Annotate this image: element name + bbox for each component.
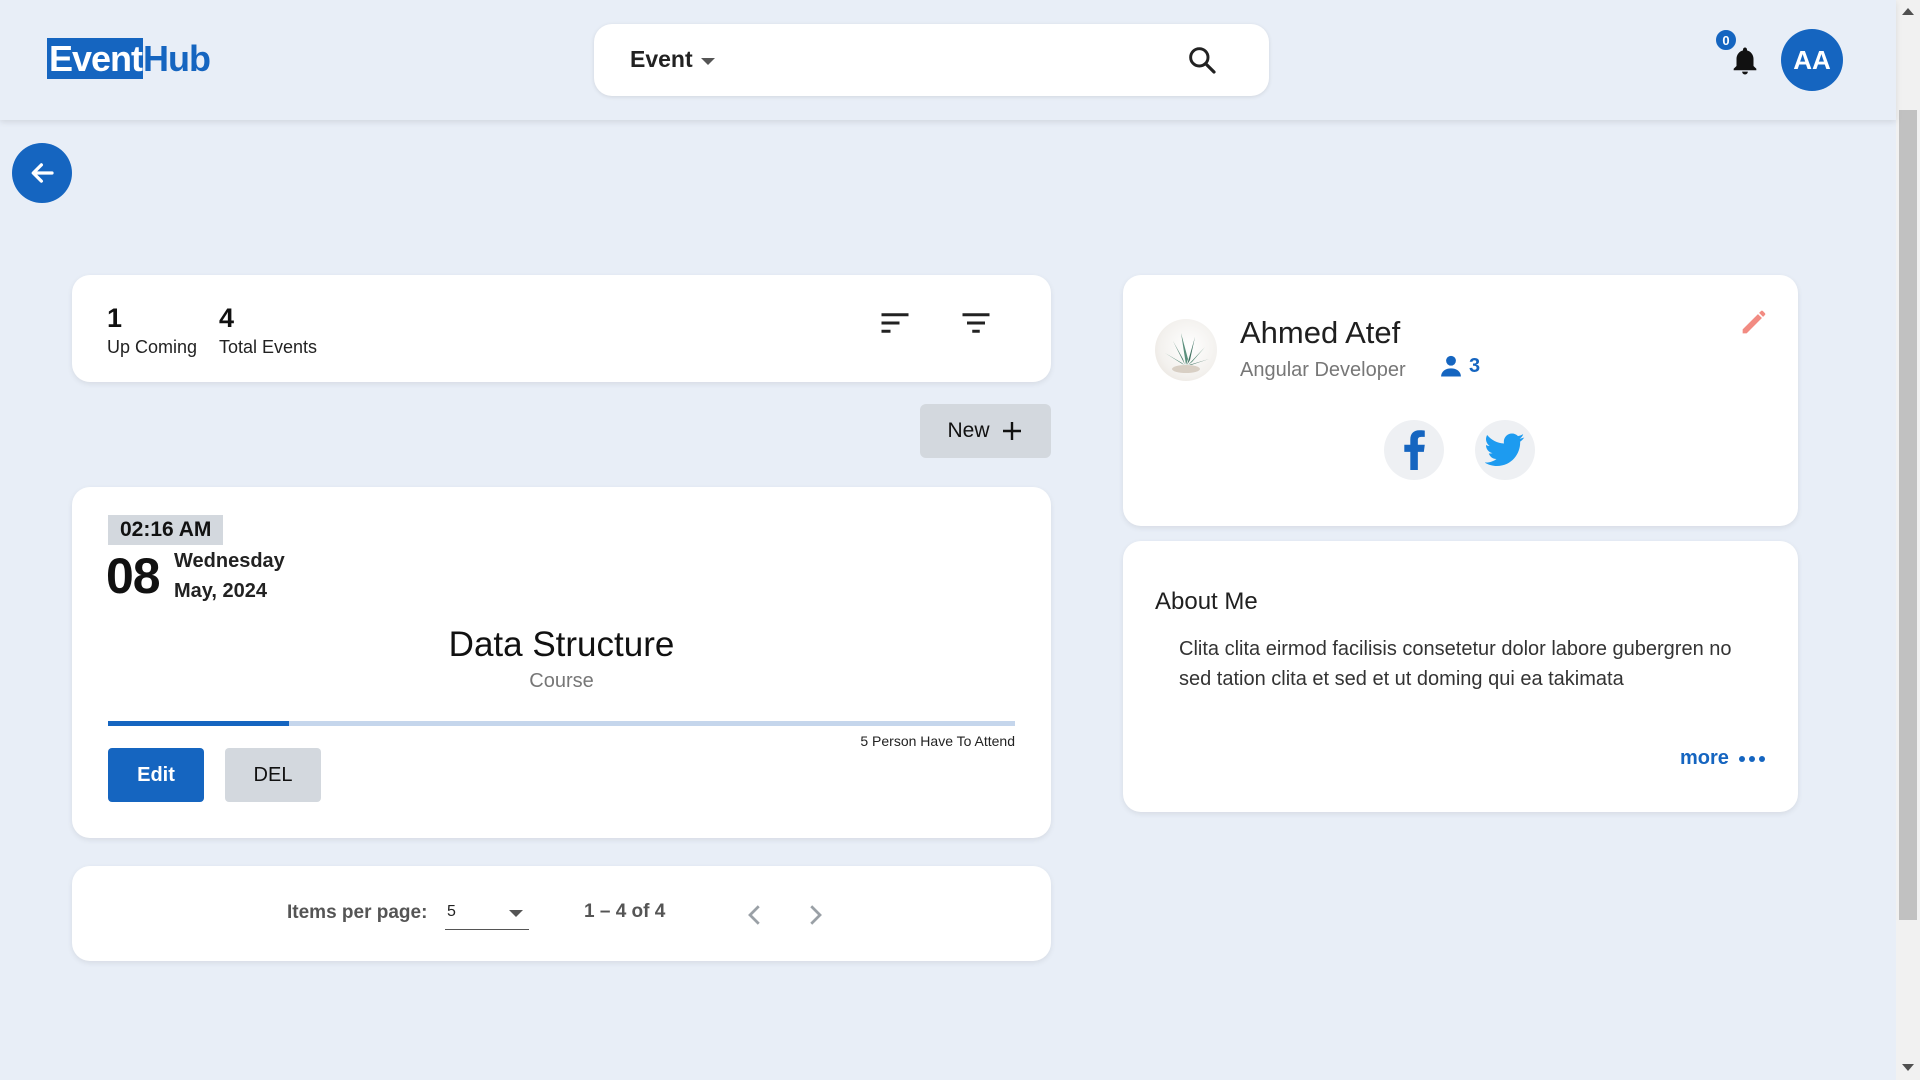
total-events-stat: 4 Total Events (219, 303, 317, 358)
twitter-button[interactable] (1475, 420, 1535, 480)
items-per-page-select[interactable]: 5 (445, 898, 529, 930)
total-events-count: 4 (219, 303, 235, 333)
delete-event-button[interactable]: DEL (225, 748, 321, 802)
page-range-label: 1 – 4 of 4 (584, 901, 666, 922)
profile-card: Ahmed Atef Angular Developer 3 (1123, 275, 1798, 526)
chevron-down-icon (509, 910, 523, 917)
search-type-label: Event (630, 46, 693, 72)
upcoming-count: 1 (107, 303, 123, 333)
about-text: Clita clita eirmod facilisis consetetur … (1179, 638, 1732, 690)
chevron-left-icon[interactable] (740, 900, 770, 930)
event-type: Course (529, 670, 594, 692)
filter-icon[interactable] (958, 305, 994, 341)
more-link[interactable]: more (1680, 747, 1765, 770)
plus-icon (1002, 422, 1021, 440)
upcoming-label: Up Coming (107, 337, 198, 357)
search-bar[interactable]: Event (594, 24, 1269, 96)
pencil-icon[interactable] (1737, 305, 1771, 339)
chevron-right-icon[interactable] (800, 900, 830, 930)
items-per-page-label: Items per page: (287, 902, 428, 923)
facebook-icon (1404, 430, 1425, 470)
eventhub-logo[interactable]: EventHub (47, 38, 211, 80)
logo-event-text: Event (47, 38, 143, 79)
logo-hub-text: Hub (143, 38, 211, 79)
stats-card: 1 Up Coming 4 Total Events (72, 275, 1051, 382)
scrollbar-thumb[interactable] (1899, 110, 1917, 920)
attendance-progress-fill (108, 721, 290, 726)
profile-picture (1155, 319, 1217, 381)
followers-number: 3 (1469, 354, 1481, 377)
scroll-up-arrow-icon[interactable] (1902, 8, 1914, 15)
scroll-down-arrow-icon[interactable] (1902, 1064, 1914, 1071)
attend-text: 5 Person Have To Attend (860, 733, 1015, 749)
event-title: Data Structure (448, 625, 675, 664)
more-dots-icon (1738, 755, 1765, 762)
event-card: 02:16 AM 08 Wednesday May, 2024 Data Str… (72, 487, 1051, 838)
event-month-year: May, 2024 (174, 580, 268, 602)
facebook-button[interactable] (1384, 420, 1444, 480)
event-weekday: Wednesday (174, 550, 285, 572)
person-icon (1441, 355, 1461, 377)
attendance-progress-bar (108, 721, 1015, 726)
sort-icon[interactable] (877, 305, 913, 341)
search-icon[interactable] (1186, 44, 1218, 76)
edit-event-button[interactable]: Edit (108, 748, 204, 802)
profile-role: Angular Developer (1240, 359, 1406, 381)
upcoming-stat: 1 Up Coming (107, 303, 197, 358)
app-header: EventHub Event 0 AA (0, 0, 1896, 120)
chevron-down-icon (700, 57, 715, 65)
search-type-dropdown[interactable]: Event (630, 46, 715, 73)
paginator: Items per page: 5 1 – 4 of 4 (72, 866, 1051, 961)
user-avatar[interactable]: AA (1781, 29, 1843, 91)
new-event-button[interactable]: New (920, 404, 1051, 458)
profile-name: Ahmed Atef (1240, 315, 1401, 350)
twitter-icon (1485, 433, 1525, 466)
items-per-page-value: 5 (447, 903, 456, 920)
plant-image (1165, 333, 1209, 373)
arrow-left-icon (31, 163, 54, 183)
back-button[interactable] (12, 143, 72, 203)
about-card: About Me Clita clita eirmod facilisis co… (1123, 541, 1798, 812)
event-day-number: 08 (106, 548, 161, 604)
new-button-label: New (947, 419, 990, 442)
total-events-label: Total Events (219, 337, 318, 357)
about-title: About Me (1155, 588, 1258, 615)
more-label: more (1680, 747, 1729, 769)
event-time: 02:16 AM (108, 515, 224, 545)
followers-count[interactable]: 3 (1437, 352, 1480, 380)
notification-badge: 0 (1714, 28, 1738, 52)
